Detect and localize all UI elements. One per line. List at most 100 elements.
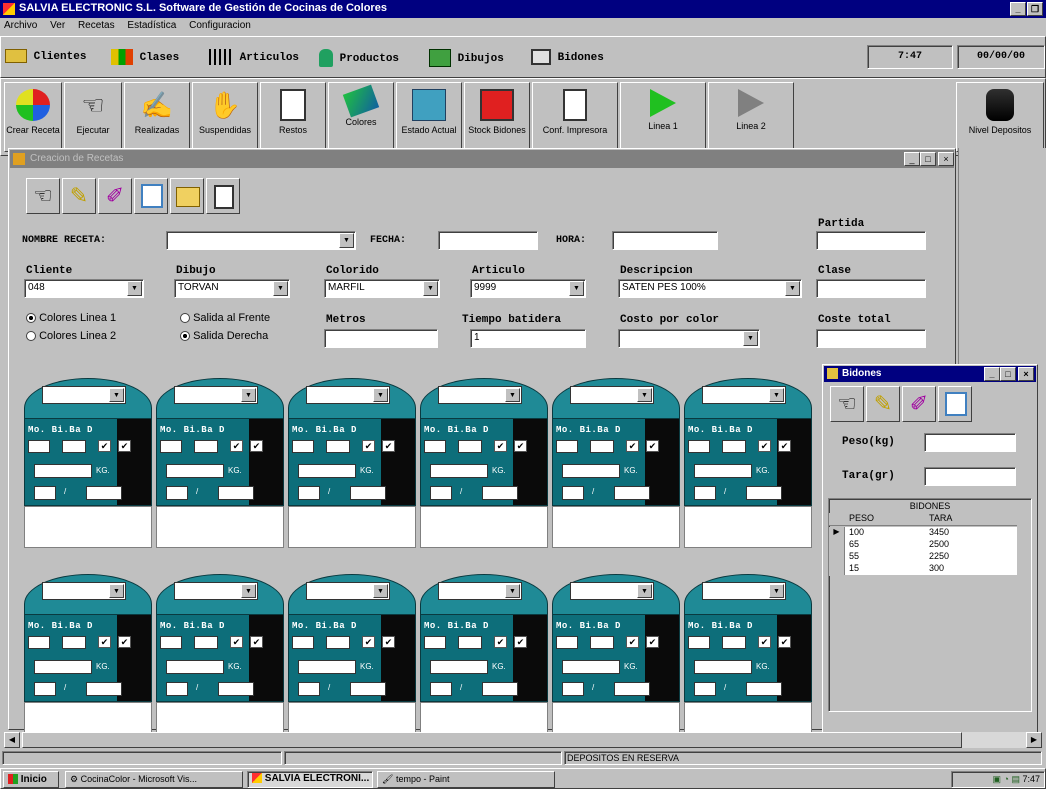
- tank-mo-input[interactable]: [424, 636, 446, 649]
- tank-value-b-input[interactable]: [218, 486, 254, 500]
- tank-bi-input[interactable]: [590, 636, 614, 649]
- menu-estadistica[interactable]: Estadística: [127, 20, 176, 31]
- tank-notes[interactable]: [288, 506, 416, 548]
- table-row[interactable]: 15 300: [829, 563, 1017, 576]
- linea1-button[interactable]: Linea 1: [620, 82, 706, 152]
- tank-kg-input[interactable]: [166, 464, 224, 478]
- bidones-maximize-button[interactable]: □: [1000, 367, 1016, 381]
- tank-value-a-input[interactable]: [298, 486, 320, 500]
- tank-notes[interactable]: [684, 506, 812, 548]
- tank-notes[interactable]: [552, 506, 680, 548]
- tank-value-b-input[interactable]: [350, 682, 386, 696]
- fecha-input[interactable]: [438, 231, 538, 250]
- recetas-maximize-button[interactable]: □: [920, 152, 936, 166]
- tank-d-checkbox[interactable]: ✔: [382, 636, 395, 648]
- tank-bi-input[interactable]: [722, 636, 746, 649]
- nav-productos[interactable]: Productos: [319, 49, 399, 67]
- chevron-down-icon[interactable]: ▼: [241, 584, 256, 598]
- chevron-down-icon[interactable]: ▼: [127, 281, 142, 296]
- app-title-bar[interactable]: SALVIA ELECTRONIC S.L. Software de Gesti…: [0, 0, 1046, 18]
- tank-value-b-input[interactable]: [746, 682, 782, 696]
- menu-configuracion[interactable]: Configuracion: [189, 20, 251, 31]
- tank-kg-input[interactable]: [694, 660, 752, 674]
- tank-d-checkbox[interactable]: ✔: [118, 440, 131, 452]
- tank-ba-checkbox[interactable]: ✔: [98, 636, 111, 648]
- tank-ba-checkbox[interactable]: ✔: [494, 636, 507, 648]
- tank-value-a-input[interactable]: [34, 682, 56, 696]
- chevron-down-icon[interactable]: ▼: [769, 388, 784, 402]
- tank-bi-input[interactable]: [194, 440, 218, 453]
- nav-dibujos[interactable]: Dibujos: [429, 49, 504, 67]
- tank-color-combo[interactable]: ▼: [306, 386, 390, 404]
- tank-notes[interactable]: [156, 506, 284, 548]
- tray-icons[interactable]: ▣ ◔ ▤: [993, 774, 1020, 784]
- scroll-left-button[interactable]: ◀: [4, 732, 20, 748]
- costo-por-color-combo[interactable]: ▼: [618, 329, 760, 348]
- recetas-tool-sheet[interactable]: [134, 178, 168, 214]
- start-button[interactable]: Inicio: [3, 771, 59, 788]
- chevron-down-icon[interactable]: ▼: [505, 584, 520, 598]
- bidones-title-bar[interactable]: Bidones _ □ ×: [824, 366, 1036, 382]
- stock-bidones-button[interactable]: Stock Bidones: [464, 82, 530, 152]
- colorido-combo[interactable]: MARFIL ▼: [324, 279, 440, 298]
- linea2-button[interactable]: Linea 2: [708, 82, 794, 152]
- tank-color-combo[interactable]: ▼: [174, 386, 258, 404]
- tank-value-a-input[interactable]: [430, 682, 452, 696]
- row-indicator[interactable]: ▶: [829, 527, 845, 539]
- tank-kg-input[interactable]: [298, 464, 356, 478]
- scroll-thumb[interactable]: [22, 732, 962, 748]
- tank-bi-input[interactable]: [722, 440, 746, 453]
- horizontal-scrollbar[interactable]: ◀ ▶: [4, 732, 1042, 748]
- chevron-down-icon[interactable]: ▼: [637, 388, 652, 402]
- tank-color-combo[interactable]: ▼: [570, 386, 654, 404]
- tank-ba-checkbox[interactable]: ✔: [230, 636, 243, 648]
- tank-ba-checkbox[interactable]: ✔: [626, 636, 639, 648]
- bidones-grid[interactable]: BIDONES PESO TARA ▶ 100 3450 65 2500 55 2250 15…: [828, 498, 1032, 712]
- tank-color-combo[interactable]: ▼: [42, 386, 126, 404]
- tank-notes[interactable]: [24, 506, 152, 548]
- tank-value-b-input[interactable]: [218, 682, 254, 696]
- row-indicator[interactable]: [829, 539, 845, 551]
- tank-mo-input[interactable]: [556, 636, 578, 649]
- dibujo-combo[interactable]: TORVAN ▼: [174, 279, 290, 298]
- nivel-depositos-button[interactable]: Nivel Depositos: [956, 82, 1044, 152]
- tank-mo-input[interactable]: [160, 636, 182, 649]
- recetas-title-bar[interactable]: Creacion de Recetas _ □ ×: [10, 150, 954, 168]
- estado-actual-button[interactable]: Estado Actual: [396, 82, 462, 152]
- tank-bi-input[interactable]: [194, 636, 218, 649]
- chevron-down-icon[interactable]: ▼: [373, 388, 388, 402]
- column-header-tara[interactable]: TARA: [929, 513, 952, 523]
- tank-bi-input[interactable]: [62, 636, 86, 649]
- restos-button[interactable]: Restos: [260, 82, 326, 152]
- tank-mo-input[interactable]: [28, 636, 50, 649]
- tank-kg-input[interactable]: [430, 464, 488, 478]
- chevron-down-icon[interactable]: ▼: [423, 281, 438, 296]
- tank-bi-input[interactable]: [458, 636, 482, 649]
- tank-mo-input[interactable]: [424, 440, 446, 453]
- tank-ba-checkbox[interactable]: ✔: [362, 440, 375, 452]
- tank-mo-input[interactable]: [688, 636, 710, 649]
- nombre-receta-combo[interactable]: ▼: [166, 231, 356, 250]
- tank-d-checkbox[interactable]: ✔: [646, 636, 659, 648]
- radio-salida-derecha[interactable]: Salida Derecha: [180, 330, 268, 342]
- clase-input[interactable]: [816, 279, 926, 298]
- tank-value-b-input[interactable]: [86, 486, 122, 500]
- chevron-down-icon[interactable]: ▼: [109, 388, 124, 402]
- restore-button[interactable]: ❐: [1027, 2, 1043, 16]
- bidones-tool-erase[interactable]: ✐: [902, 386, 936, 422]
- tank-value-b-input[interactable]: [482, 486, 518, 500]
- tank-ba-checkbox[interactable]: ✔: [626, 440, 639, 452]
- recetas-tool-folder[interactable]: [170, 178, 204, 214]
- menu-archivo[interactable]: Archivo: [4, 20, 37, 31]
- tank-kg-input[interactable]: [34, 464, 92, 478]
- tank-ba-checkbox[interactable]: ✔: [758, 636, 771, 648]
- peso-input[interactable]: [924, 433, 1016, 452]
- tank-value-a-input[interactable]: [166, 486, 188, 500]
- cliente-combo[interactable]: 048 ▼: [24, 279, 144, 298]
- tank-kg-input[interactable]: [562, 660, 620, 674]
- tank-bi-input[interactable]: [326, 636, 350, 649]
- tank-d-checkbox[interactable]: ✔: [250, 440, 263, 452]
- bidones-tool-execute[interactable]: ☜: [830, 386, 864, 422]
- tank-d-checkbox[interactable]: ✔: [118, 636, 131, 648]
- tank-value-a-input[interactable]: [694, 486, 716, 500]
